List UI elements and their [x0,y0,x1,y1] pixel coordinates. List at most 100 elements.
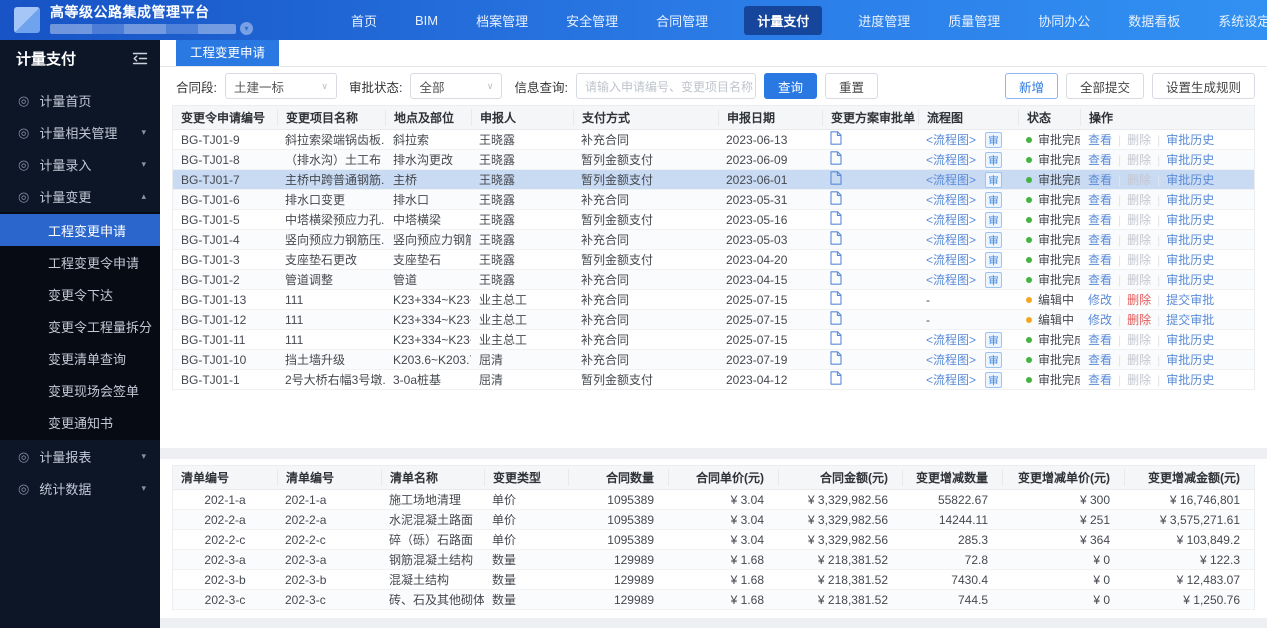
document-icon[interactable] [830,331,842,348]
table-row[interactable]: BG-TJ01-12号大桥右幅3号墩...3-0a桩基屈清暂列金额支付2023-… [173,370,1254,390]
sidebar-item-change-site-sign[interactable]: 变更现场会签单 [0,374,160,406]
sidebar-item-change-list-query[interactable]: 变更清单查询 [0,342,160,374]
review-badge[interactable]: 审 [985,192,1002,208]
action-link[interactable]: 查看 [1088,193,1112,207]
table-row[interactable]: BG-TJ01-3支座垫石更改支座垫石王晓露暂列金额支付2023-04-20<流… [173,250,1254,270]
flowchart-link[interactable]: <流程图> [926,233,976,247]
table-row[interactable]: 202-3-b202-3-b混凝土结构数量129989¥ 1.68¥ 218,3… [173,570,1254,590]
action-link[interactable]: 审批历史 [1166,193,1214,207]
search-input[interactable]: 请输入申请编号、变更项目名称 [576,73,756,99]
sidebar-item-measure-change[interactable]: ◎计量变更▴ [0,180,160,212]
table-row[interactable]: BG-TJ01-12111K23+334~K23+675业主总工补充合同2025… [173,310,1254,330]
table-row[interactable]: BG-TJ01-11111K23+334~K23+675业主总工补充合同2025… [173,330,1254,350]
action-link[interactable]: 查看 [1088,153,1112,167]
review-badge[interactable]: 审 [985,352,1002,368]
review-badge[interactable]: 审 [985,332,1002,348]
action-link[interactable]: 查看 [1088,273,1112,287]
table-row[interactable]: BG-TJ01-10挡土墙升级K203.6~K203.7屈清补充合同2023-0… [173,350,1254,370]
action-link[interactable]: 查看 [1088,213,1112,227]
action-link[interactable]: 查看 [1088,253,1112,267]
table-row[interactable]: 202-3-c202-3-c砖、石及其他砌体...数量129989¥ 1.68¥… [173,590,1254,610]
flowchart-link[interactable]: <流程图> [926,333,976,347]
action-link[interactable]: 审批历史 [1166,233,1214,247]
action-link[interactable]: 修改 [1088,293,1112,307]
sidebar-item-change-order-issue[interactable]: 变更令下达 [0,278,160,310]
submit-all-button[interactable]: 全部提交 [1066,73,1144,99]
nav-item-contract[interactable]: 合同管理 [654,7,710,34]
action-link[interactable]: 查看 [1088,173,1112,187]
approval-status-select[interactable]: 全部∨ [410,73,502,99]
sidebar-item-change-notice[interactable]: 变更通知书 [0,406,160,438]
document-icon[interactable] [830,271,842,288]
action-link[interactable]: 删除 [1127,313,1151,327]
document-icon[interactable] [830,311,842,328]
action-link[interactable]: 审批历史 [1166,133,1214,147]
contract-section-select[interactable]: 土建一标∨ [225,73,337,99]
table-row[interactable]: BG-TJ01-8（排水沟）土工布排水沟更改王晓露暂列金额支付2023-06-0… [173,150,1254,170]
action-link[interactable]: 审批历史 [1166,333,1214,347]
nav-item-progress[interactable]: 进度管理 [856,7,912,34]
document-icon[interactable] [830,251,842,268]
action-link[interactable]: 提交审批 [1166,313,1214,327]
flowchart-link[interactable]: <流程图> [926,173,976,187]
table-row[interactable]: 202-1-a202-1-a施工场地清理单价1095389¥ 3.04¥ 3,3… [173,490,1254,510]
action-link[interactable]: 修改 [1088,313,1112,327]
review-badge[interactable]: 审 [985,212,1002,228]
action-link[interactable]: 审批历史 [1166,253,1214,267]
table-row[interactable]: BG-TJ01-4竖向预应力钢筋压...竖向预应力钢筋王晓露补充合同2023-0… [173,230,1254,250]
table-row[interactable]: BG-TJ01-6排水口变更排水口王晓露补充合同2023-05-31<流程图>审… [173,190,1254,210]
generation-rules-button[interactable]: 设置生成规则 [1152,73,1255,99]
chevron-down-icon[interactable]: ▾ [240,22,253,35]
flowchart-link[interactable]: <流程图> [926,133,976,147]
action-link[interactable]: 查看 [1088,233,1112,247]
review-badge[interactable]: 审 [985,232,1002,248]
review-badge[interactable]: 审 [985,172,1002,188]
project-selector[interactable]: ▾ [50,22,253,35]
flowchart-link[interactable]: <流程图> [926,213,976,227]
document-icon[interactable] [830,211,842,228]
nav-item-bim[interactable]: BIM [413,9,440,32]
table-row[interactable]: BG-TJ01-7主桥中跨普通钢筋...主桥王晓露暂列金额支付2023-06-0… [173,170,1254,190]
review-badge[interactable]: 审 [985,372,1002,388]
action-link[interactable]: 查看 [1088,133,1112,147]
table-row[interactable]: 202-2-c202-2-c碎（砾）石路面单价1095389¥ 3.04¥ 3,… [173,530,1254,550]
sidebar-item-project-change-apply[interactable]: 工程变更申请 [0,214,160,246]
flowchart-link[interactable]: <流程图> [926,193,976,207]
document-icon[interactable] [830,371,842,388]
add-button[interactable]: 新增 [1005,73,1058,99]
sidebar-item-measure-report[interactable]: ◎计量报表▾ [0,440,160,472]
nav-item-archive[interactable]: 档案管理 [474,7,530,34]
table-row[interactable]: BG-TJ01-2管道调整管道王晓露补充合同2023-04-15<流程图>审审批… [173,270,1254,290]
table-row[interactable]: BG-TJ01-13111K23+334~K23+675业主总工补充合同2025… [173,290,1254,310]
action-link[interactable]: 提交审批 [1166,293,1214,307]
tab-project-change-apply[interactable]: 工程变更申请 [176,38,279,66]
document-icon[interactable] [830,191,842,208]
table-row[interactable]: 202-2-a202-2-a水泥混凝土路面单价1095389¥ 3.04¥ 3,… [173,510,1254,530]
flowchart-link[interactable]: <流程图> [926,353,976,367]
action-link[interactable]: 查看 [1088,353,1112,367]
nav-item-quality[interactable]: 质量管理 [946,7,1002,34]
sidebar-item-change-order-apply[interactable]: 工程变更令申请 [0,246,160,278]
action-link[interactable]: 审批历史 [1166,373,1214,387]
document-icon[interactable] [830,291,842,308]
sidebar-item-change-order-qty-split[interactable]: 变更令工程量拆分 [0,310,160,342]
query-button[interactable]: 查询 [764,73,817,99]
action-link[interactable]: 审批历史 [1166,173,1214,187]
sidebar-item-stats-data[interactable]: ◎统计数据▾ [0,472,160,504]
action-link[interactable]: 审批历史 [1166,153,1214,167]
document-icon[interactable] [830,351,842,368]
nav-item-dashboard[interactable]: 数据看板 [1126,7,1182,34]
document-icon[interactable] [830,151,842,168]
flowchart-link[interactable]: <流程图> [926,153,976,167]
flowchart-link[interactable]: <流程图> [926,253,976,267]
table-row[interactable]: BG-TJ01-9斜拉索梁端锅齿板...斜拉索王晓露补充合同2023-06-13… [173,130,1254,150]
action-link[interactable]: 审批历史 [1166,213,1214,227]
flowchart-link[interactable]: <流程图> [926,373,976,387]
flowchart-link[interactable]: <流程图> [926,273,976,287]
sidebar-item-measure-entry[interactable]: ◎计量录入▾ [0,148,160,180]
review-badge[interactable]: 审 [985,132,1002,148]
table-row[interactable]: 202-3-a202-3-a钢筋混凝土结构数量129989¥ 1.68¥ 218… [173,550,1254,570]
nav-item-measure-pay[interactable]: 计量支付 [744,6,822,35]
nav-item-system[interactable]: 系统设定 [1216,7,1267,34]
nav-item-collab[interactable]: 协同办公 [1036,7,1092,34]
